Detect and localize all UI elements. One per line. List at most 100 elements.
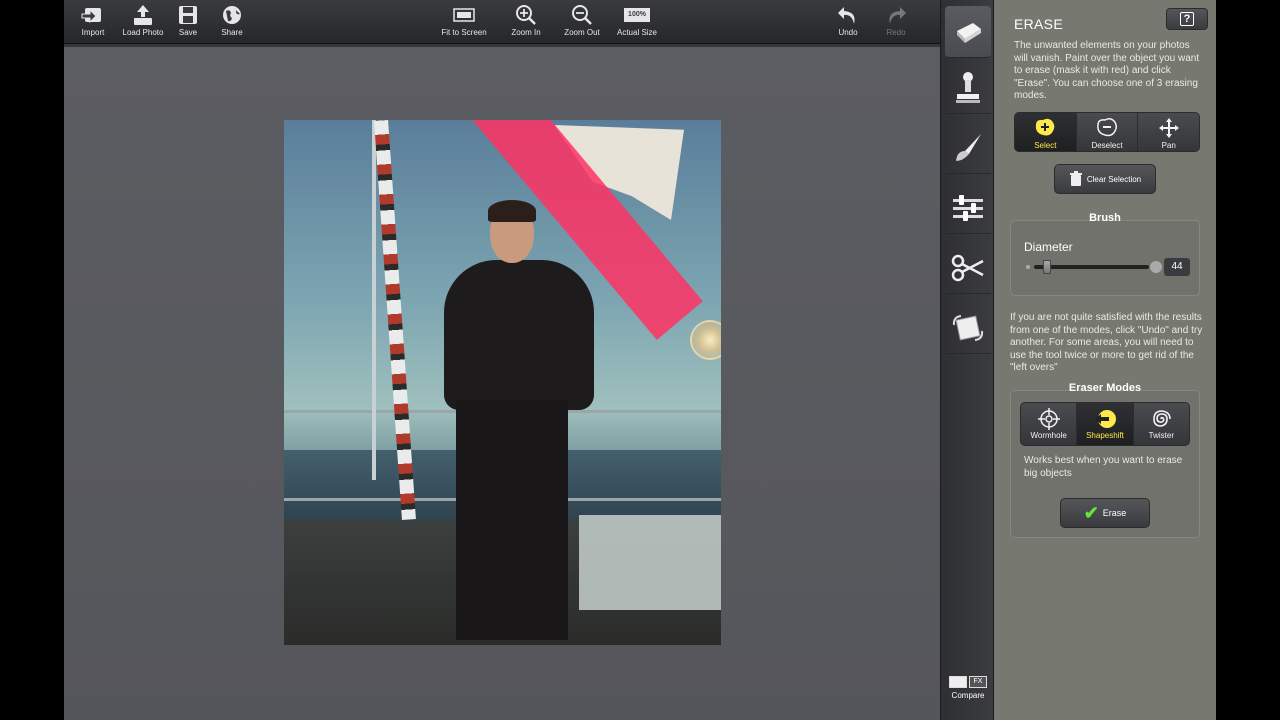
- deselect-mode-button[interactable]: Deselect: [1077, 113, 1139, 151]
- brush-tool[interactable]: [945, 122, 991, 174]
- help-button[interactable]: ?: [1166, 8, 1208, 30]
- compare-fx-box: FX: [969, 676, 987, 688]
- fit-to-screen-label: Fit to Screen: [441, 28, 487, 37]
- sliders-icon: [953, 194, 983, 221]
- undo-label: Undo: [838, 28, 858, 37]
- slider-track: [1034, 265, 1149, 269]
- share-label: Share: [221, 28, 243, 37]
- compare-icon: FX: [945, 676, 991, 688]
- twister-mode-label: Twister: [1148, 431, 1174, 440]
- zoom-in-icon: [513, 4, 539, 26]
- pan-mode-button[interactable]: Pan: [1138, 113, 1199, 151]
- eraser-tool[interactable]: [945, 6, 991, 58]
- diameter-value[interactable]: 44: [1164, 258, 1190, 276]
- import-icon: [80, 4, 106, 26]
- brush-cursor: [690, 320, 721, 360]
- crop-rotate-tool[interactable]: [945, 302, 991, 354]
- pan-mode-label: Pan: [1161, 141, 1176, 150]
- selection-mode-control: Select Deselect Pan: [1014, 112, 1200, 152]
- scissors-tool[interactable]: [945, 242, 991, 294]
- wormhole-mode-label: Wormhole: [1030, 431, 1067, 440]
- checkmark-icon: ✔: [1083, 503, 1099, 523]
- eraser-modes-title: Eraser Modes: [1068, 382, 1142, 394]
- shapeshift-icon: [1093, 407, 1117, 429]
- import-label: Import: [81, 28, 105, 37]
- scissors-icon: [951, 254, 984, 281]
- slider-max-dot: [1150, 261, 1162, 273]
- trash-icon: [1069, 171, 1082, 186]
- fit-to-screen-button[interactable]: Fit to Screen: [436, 4, 492, 40]
- zoom-in-label: Zoom In: [511, 28, 541, 37]
- app-window: Import Load Photo Save Share Fit to Scre…: [0, 0, 1280, 720]
- save-button[interactable]: Save: [174, 4, 202, 40]
- load-photo-button[interactable]: Load Photo: [120, 4, 166, 40]
- import-button[interactable]: Import: [78, 4, 108, 40]
- actual-size-badge: 100%: [624, 8, 650, 22]
- stamp-tool[interactable]: [945, 62, 991, 114]
- slider-min-dot: [1026, 265, 1030, 269]
- eraser-mode-description: Works best when you want to erase big ob…: [1024, 455, 1183, 479]
- erase-panel: ERASE ? The unwanted elements on your ph…: [994, 0, 1216, 720]
- zoom-out-button[interactable]: Zoom Out: [560, 4, 604, 40]
- eraser-mode-control: Wormhole Shapeshift Twister: [1020, 402, 1190, 446]
- photo-sailor-body: [444, 260, 594, 410]
- zoom-out-icon: [569, 4, 595, 26]
- shapeshift-mode-label: Shapeshift: [1086, 431, 1124, 440]
- save-label: Save: [178, 28, 198, 37]
- zoom-in-button[interactable]: Zoom In: [508, 4, 544, 40]
- erase-button[interactable]: ✔ Erase: [1060, 498, 1150, 528]
- photo-canvas[interactable]: [64, 44, 940, 720]
- erase-button-label: Erase: [1102, 508, 1127, 518]
- actual-size-button[interactable]: 100% Actual Size: [614, 4, 660, 40]
- photo-sailor-hair: [488, 200, 536, 222]
- minus-blob-icon: [1095, 117, 1119, 139]
- share-button[interactable]: Share: [218, 4, 246, 40]
- photo-sailor-legs: [456, 400, 568, 640]
- help-icon: ?: [1179, 12, 1195, 26]
- slider-thumb[interactable]: [1043, 260, 1051, 274]
- wormhole-mode-button[interactable]: Wormhole: [1021, 403, 1078, 445]
- redo-label: Redo: [886, 28, 906, 37]
- move-arrows-icon: [1157, 117, 1181, 139]
- undo-tip-text: If you are not quite satisfied with the …: [1010, 312, 1203, 373]
- tool-strip: FX Compare: [940, 0, 994, 720]
- actual-size-icon: 100%: [624, 4, 650, 26]
- shapeshift-mode-button[interactable]: Shapeshift: [1077, 403, 1134, 445]
- stamp-icon: [956, 71, 980, 103]
- redo-icon: [883, 4, 909, 26]
- globe-icon: [219, 4, 245, 26]
- redo-button[interactable]: Redo: [882, 4, 910, 40]
- actual-size-label: Actual Size: [616, 28, 658, 37]
- undo-button[interactable]: Undo: [834, 4, 862, 40]
- deselect-mode-label: Deselect: [1091, 141, 1123, 150]
- left-border: [0, 0, 64, 720]
- select-mode-label: Select: [1034, 141, 1057, 150]
- spiral-icon: [1149, 407, 1173, 429]
- twister-mode-button[interactable]: Twister: [1134, 403, 1189, 445]
- photo-image[interactable]: [284, 120, 721, 645]
- upload-icon: [130, 4, 156, 26]
- compare-before-box: [949, 676, 967, 688]
- plus-blob-icon: [1033, 117, 1057, 139]
- photo-deck-panel: [579, 515, 721, 610]
- fit-screen-icon: [451, 4, 477, 26]
- clear-selection-label: Clear Selection: [1086, 174, 1142, 184]
- diameter-slider[interactable]: [1026, 258, 1162, 276]
- panel-title: ERASE: [1014, 16, 1063, 32]
- right-border: [1216, 0, 1280, 720]
- top-toolbar: Import Load Photo Save Share Fit to Scre…: [64, 0, 948, 44]
- select-mode-button[interactable]: Select: [1015, 113, 1077, 151]
- zoom-out-label: Zoom Out: [564, 28, 600, 37]
- diameter-label: Diameter: [1024, 240, 1073, 254]
- load-photo-label: Load Photo: [122, 28, 164, 37]
- compare-label: Compare: [951, 691, 985, 700]
- clear-selection-button[interactable]: Clear Selection: [1054, 164, 1156, 194]
- adjust-tool[interactable]: [945, 182, 991, 234]
- compare-button[interactable]: FX Compare: [945, 676, 991, 716]
- brush-title: Brush: [1089, 212, 1121, 224]
- photo-mast: [372, 120, 376, 480]
- eraser-icon: [957, 22, 981, 43]
- rotate-photo-icon: [952, 314, 984, 341]
- floppy-icon: [175, 4, 201, 26]
- undo-icon: [835, 4, 861, 26]
